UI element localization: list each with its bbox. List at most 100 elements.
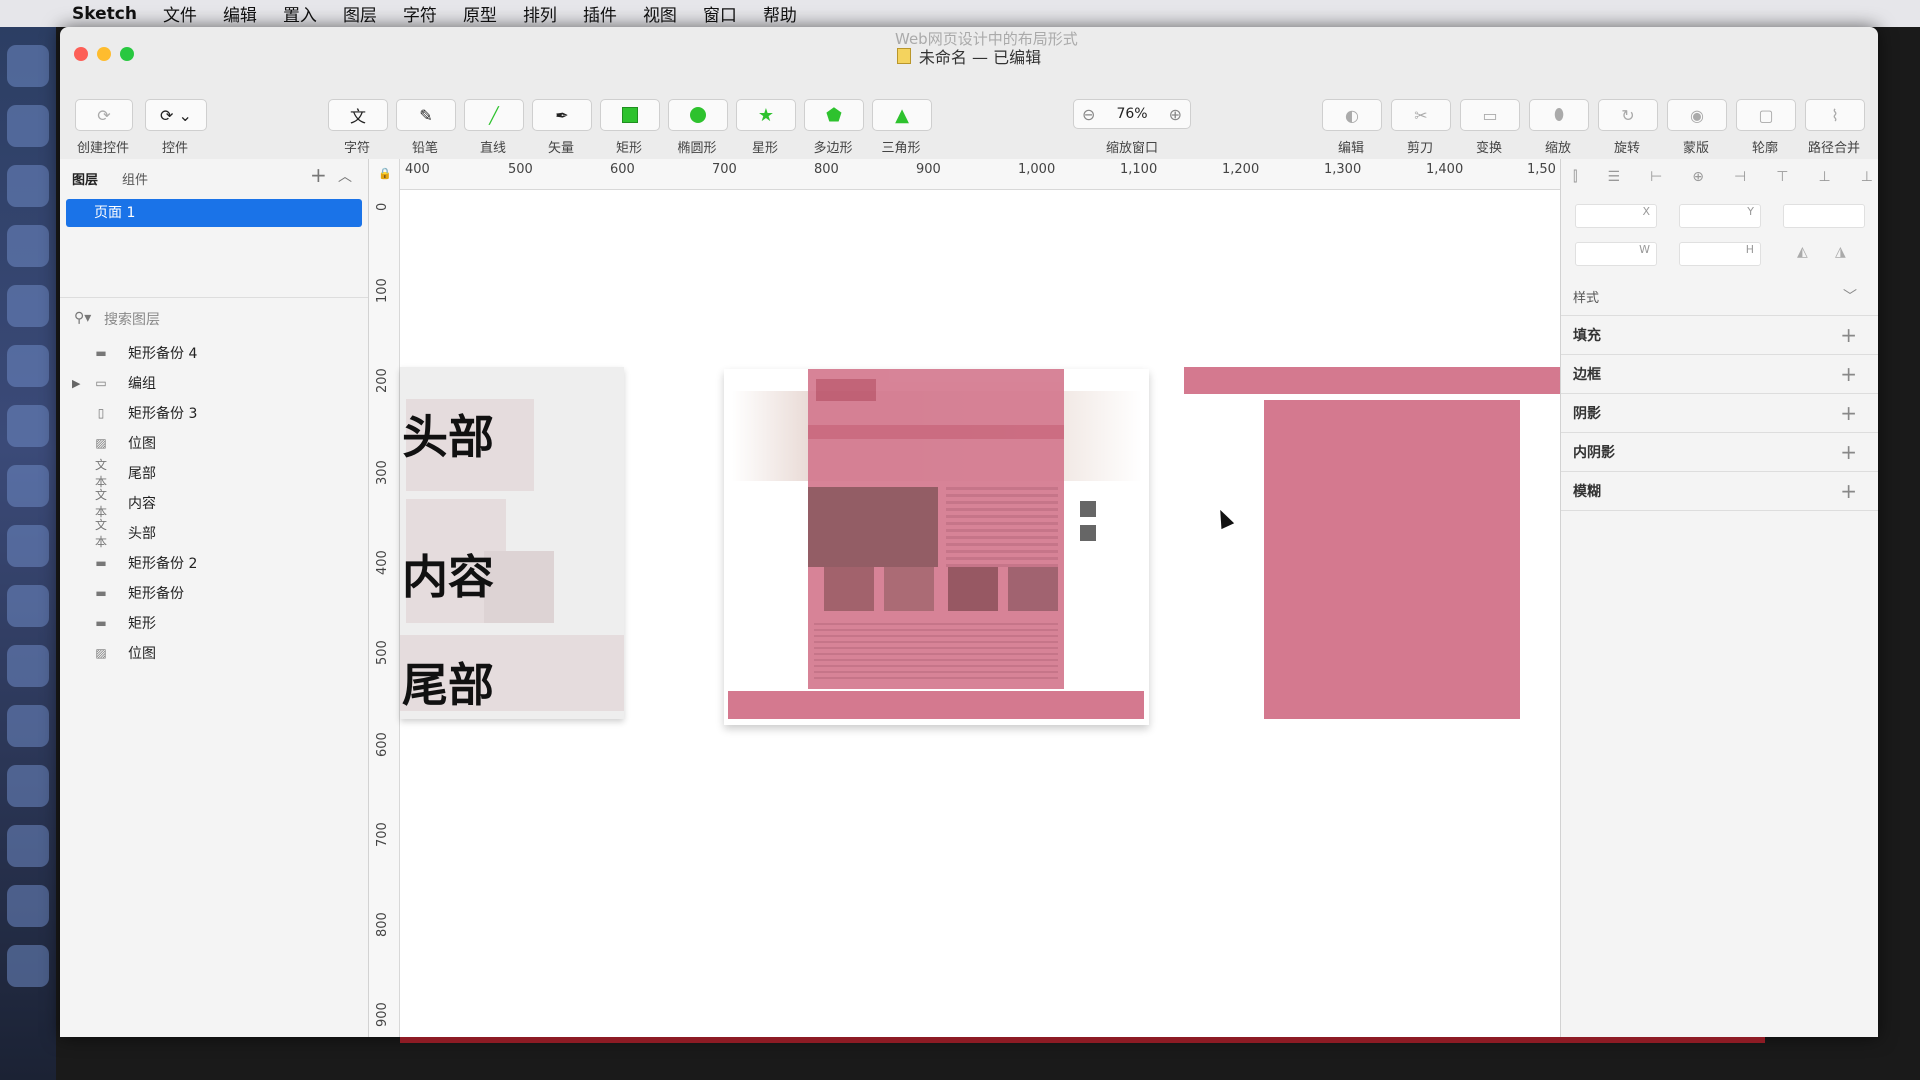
inner-shadow-row[interactable]: 内阴影 + (1561, 433, 1878, 472)
dock-app-icon[interactable] (7, 645, 49, 687)
h-field[interactable]: H (1679, 242, 1761, 266)
rectangle-tool-button[interactable] (600, 99, 660, 131)
fill-row[interactable]: 填充 + (1561, 316, 1878, 355)
triangle-tool-button[interactable]: ▲ (872, 99, 932, 131)
star-tool-button[interactable]: ★ (736, 99, 796, 131)
oval-tool-button[interactable] (668, 99, 728, 131)
scissors-button[interactable]: ✂ (1391, 99, 1451, 131)
add-border-icon[interactable]: + (1840, 362, 1857, 386)
menu-app-name[interactable]: Sketch (72, 4, 137, 24)
add-inner-shadow-icon[interactable]: + (1840, 440, 1857, 464)
layer-row[interactable]: 文本 头部 (60, 518, 368, 549)
collapse-pages-icon[interactable]: ︿ (338, 166, 352, 186)
add-blur-icon[interactable]: + (1840, 479, 1857, 503)
tab-components[interactable]: 组件 (122, 169, 148, 188)
mask-button[interactable]: ◉ (1667, 99, 1727, 131)
dock-app-icon[interactable] (7, 525, 49, 567)
label-foot[interactable]: 尾部 (402, 649, 494, 715)
dock-app-icon[interactable] (7, 45, 49, 87)
tab-layers[interactable]: 图层 (72, 169, 98, 188)
dock-app-icon[interactable] (7, 885, 49, 927)
layer-row[interactable]: ▶ ▭ 编组 (60, 368, 368, 398)
vector-tool-button[interactable]: ✒ (532, 99, 592, 131)
wireframe-bitmap[interactable]: 头部 内容 尾部 (400, 367, 624, 719)
menu-layer[interactable]: 图层 (343, 1, 377, 26)
align-v-center-icon[interactable]: ⊥ (1818, 169, 1830, 189)
rotate-button[interactable]: ↻ (1598, 99, 1658, 131)
distribute-icon[interactable]: ☰ (1608, 169, 1621, 189)
transform-button[interactable]: ▭ (1460, 99, 1520, 131)
layer-row[interactable]: 文本 尾部 (60, 458, 368, 489)
dock-app-icon[interactable] (7, 765, 49, 807)
blur-row[interactable]: 模糊 + (1561, 472, 1878, 511)
page-item-selected[interactable]: 页面 1 (66, 199, 362, 227)
border-row[interactable]: 边框 + (1561, 355, 1878, 394)
lock-icon[interactable]: 🔒 (378, 167, 392, 180)
create-symbol-button[interactable]: ⟳ (75, 99, 133, 131)
zoom-in-icon[interactable]: ⊕ (1169, 105, 1182, 124)
align-left-icon[interactable]: ⫿ (1573, 169, 1577, 189)
dock-app-icon[interactable] (7, 165, 49, 207)
layer-row[interactable]: ▨ 位图 (60, 638, 368, 668)
zoom-out-icon[interactable]: ⊖ (1082, 105, 1095, 124)
symbols-button[interactable]: ⟳ ⌄ (145, 99, 207, 131)
menu-view[interactable]: 视图 (643, 1, 677, 26)
apple-menu-icon[interactable] (26, 3, 48, 25)
layer-row[interactable]: ▬ 矩形备份 (60, 578, 368, 608)
dock-app-icon[interactable] (7, 705, 49, 747)
menu-window[interactable]: 窗口 (703, 1, 737, 26)
align-h-center-icon[interactable]: ⊕ (1692, 169, 1704, 189)
add-shadow-icon[interactable]: + (1840, 401, 1857, 425)
dock-app-icon[interactable] (7, 945, 49, 987)
zoom-value[interactable]: 76% (1116, 106, 1147, 122)
header-rectangle[interactable] (1184, 367, 1560, 394)
dock-app-icon[interactable] (7, 345, 49, 387)
dock-app-icon[interactable] (7, 585, 49, 627)
menu-text[interactable]: 字符 (403, 1, 437, 26)
polygon-tool-button[interactable]: ⬟ (804, 99, 864, 131)
rotation-field[interactable] (1783, 204, 1865, 228)
align-bottom-icon[interactable]: ⊥ (1861, 169, 1873, 189)
layer-row[interactable]: ▬ 矩形备份 2 (60, 548, 368, 578)
webpage-mockup[interactable] (724, 369, 1149, 725)
dock-app-icon[interactable] (7, 405, 49, 447)
dock-app-icon[interactable] (7, 825, 49, 867)
path-combine-button[interactable]: ⌇ (1805, 99, 1865, 131)
line-tool-button[interactable]: ╱ (464, 99, 524, 131)
content-rectangle[interactable] (1264, 400, 1520, 719)
label-head[interactable]: 头部 (402, 401, 494, 467)
search-layers-input[interactable]: 搜索图层 (104, 309, 160, 329)
canvas[interactable]: 400 500 600 700 800 900 1,000 1,100 1,20… (369, 159, 1560, 1037)
dock-app-icon[interactable] (7, 105, 49, 147)
flip-vertical-icon[interactable]: ◮ (1835, 244, 1846, 260)
menu-arrange[interactable]: 排列 (523, 1, 557, 26)
outline-button[interactable]: ▢ (1736, 99, 1796, 131)
x-field[interactable]: X (1575, 204, 1657, 228)
label-content[interactable]: 内容 (402, 541, 494, 607)
align-h-right-icon[interactable]: ⊣ (1734, 169, 1746, 189)
style-section-header[interactable]: 样式 ﹀ (1561, 277, 1878, 316)
align-top-icon[interactable]: ⊤ (1776, 169, 1788, 189)
flip-horizontal-icon[interactable]: ◭ (1797, 244, 1808, 260)
dock-app-icon[interactable] (7, 465, 49, 507)
add-page-icon[interactable]: + (310, 163, 327, 187)
y-field[interactable]: Y (1679, 204, 1761, 228)
scale-button[interactable]: ⬮ (1529, 99, 1589, 131)
pencil-tool-button[interactable]: ✎ (396, 99, 456, 131)
menu-plugins[interactable]: 插件 (583, 1, 617, 26)
dock-app-icon[interactable] (7, 285, 49, 327)
menu-insert[interactable]: 置入 (283, 1, 317, 26)
w-field[interactable]: W (1575, 242, 1657, 266)
layer-row[interactable]: ▯ 矩形备份 3 (60, 398, 368, 428)
edit-button[interactable]: ◐ (1322, 99, 1382, 131)
menu-file[interactable]: 文件 (163, 1, 197, 26)
dock-app-icon[interactable] (7, 225, 49, 267)
shadow-row[interactable]: 阴影 + (1561, 394, 1878, 433)
layer-row[interactable]: ▨ 位图 (60, 428, 368, 458)
layer-row[interactable]: ▬ 矩形备份 4 (60, 338, 368, 368)
text-tool-button[interactable]: 文 (328, 99, 388, 131)
disclosure-triangle-icon[interactable]: ▶ (72, 377, 80, 390)
layer-row[interactable]: ▬ 矩形 (60, 608, 368, 638)
menu-help[interactable]: 帮助 (763, 1, 797, 26)
menu-prototype[interactable]: 原型 (463, 1, 497, 26)
